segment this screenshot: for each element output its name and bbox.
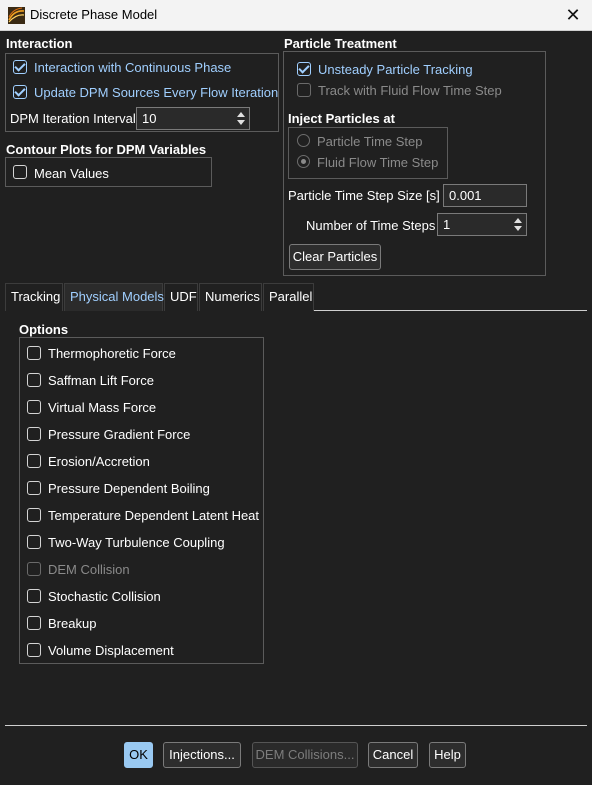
option-checkbox[interactable] (27, 643, 41, 657)
help-button[interactable]: Help (429, 742, 466, 768)
option-label[interactable]: Erosion/Accretion (48, 454, 150, 469)
option-label[interactable]: Saffman Lift Force (48, 373, 154, 388)
option-label[interactable]: Breakup (48, 616, 96, 631)
dpm-dialog: Discrete Phase Model ✕ Interaction Inter… (0, 0, 592, 785)
option-label[interactable]: Pressure Gradient Force (48, 427, 190, 442)
clear-particles-button[interactable]: Clear Particles (289, 244, 381, 270)
iteration-interval-label: DPM Iteration Interval (10, 111, 136, 126)
option-checkbox[interactable] (27, 589, 41, 603)
time-step-size-input[interactable]: 0.001 (443, 184, 527, 207)
mean-values-checkbox[interactable] (13, 165, 27, 179)
option-label[interactable]: Volume Displacement (48, 643, 174, 658)
close-button[interactable]: ✕ (560, 3, 586, 27)
injections-button[interactable]: Injections... (163, 742, 241, 768)
option-checkbox[interactable] (27, 373, 41, 387)
fluent-app-icon (8, 7, 25, 24)
tab-numerics[interactable]: Numerics (199, 283, 262, 311)
fluid-flow-time-step-label[interactable]: Fluid Flow Time Step (317, 155, 438, 170)
option-label[interactable]: DEM Collision (48, 562, 130, 577)
iteration-interval-input[interactable]: 10 (136, 107, 250, 130)
cancel-button[interactable]: Cancel (368, 742, 418, 768)
option-label[interactable]: Pressure Dependent Boiling (48, 481, 210, 496)
time-step-size-label: Particle Time Step Size [s] (288, 188, 440, 203)
tab-parallel[interactable]: Parallel (263, 283, 314, 311)
ok-button[interactable]: OK (124, 742, 153, 768)
track-fluid-checkbox[interactable] (297, 83, 311, 97)
option-label[interactable]: Virtual Mass Force (48, 400, 156, 415)
spin-up-icon[interactable] (514, 218, 522, 223)
bottom-divider (5, 725, 587, 726)
tab-udf[interactable]: UDF (164, 283, 198, 311)
track-fluid-label[interactable]: Track with Fluid Flow Time Step (318, 83, 502, 98)
update-dpm-sources-label[interactable]: Update DPM Sources Every Flow Iteration (34, 85, 278, 100)
option-checkbox[interactable] (27, 562, 41, 576)
interaction-continuous-label[interactable]: Interaction with Continuous Phase (34, 60, 231, 75)
num-time-steps-input[interactable]: 1 (437, 213, 527, 236)
window-title: Discrete Phase Model (30, 7, 158, 22)
particle-time-step-label[interactable]: Particle Time Step (317, 134, 423, 149)
spin-down-icon[interactable] (514, 226, 522, 231)
tab-underline (314, 310, 587, 311)
mean-values-label[interactable]: Mean Values (34, 166, 109, 181)
interaction-title: Interaction (6, 36, 73, 51)
spin-up-icon[interactable] (237, 112, 245, 117)
option-checkbox[interactable] (27, 508, 41, 522)
option-label[interactable]: Stochastic Collision (48, 589, 161, 604)
particle-time-step-radio[interactable] (297, 134, 310, 147)
option-label[interactable]: Two-Way Turbulence Coupling (48, 535, 225, 550)
option-checkbox[interactable] (27, 454, 41, 468)
tab-tracking[interactable]: Tracking (5, 283, 63, 311)
tab-physical-models[interactable]: Physical Models (64, 283, 164, 311)
options-title: Options (19, 322, 69, 337)
option-label[interactable]: Thermophoretic Force (48, 346, 176, 361)
option-checkbox[interactable] (27, 427, 41, 441)
interaction-continuous-checkbox[interactable] (13, 60, 27, 74)
inject-particles-title: Inject Particles at (288, 111, 395, 126)
unsteady-tracking-checkbox[interactable] (297, 62, 311, 76)
option-label[interactable]: Temperature Dependent Latent Heat (48, 508, 259, 523)
particle-treatment-title: Particle Treatment (284, 36, 397, 51)
fluid-flow-time-step-radio[interactable] (297, 155, 310, 168)
option-checkbox[interactable] (27, 400, 41, 414)
iteration-interval-value: 10 (142, 111, 157, 126)
option-checkbox[interactable] (27, 346, 41, 360)
update-dpm-sources-checkbox[interactable] (13, 85, 27, 99)
num-time-steps-label: Number of Time Steps (306, 218, 436, 233)
unsteady-tracking-label[interactable]: Unsteady Particle Tracking (318, 62, 473, 77)
title-bar: Discrete Phase Model ✕ (0, 0, 592, 31)
option-checkbox[interactable] (27, 535, 41, 549)
contour-title: Contour Plots for DPM Variables (6, 142, 207, 157)
spin-down-icon[interactable] (237, 120, 245, 125)
dem-collisions-button[interactable]: DEM Collisions... (252, 742, 358, 768)
option-checkbox[interactable] (27, 616, 41, 630)
option-checkbox[interactable] (27, 481, 41, 495)
num-time-steps-value: 1 (443, 217, 451, 232)
